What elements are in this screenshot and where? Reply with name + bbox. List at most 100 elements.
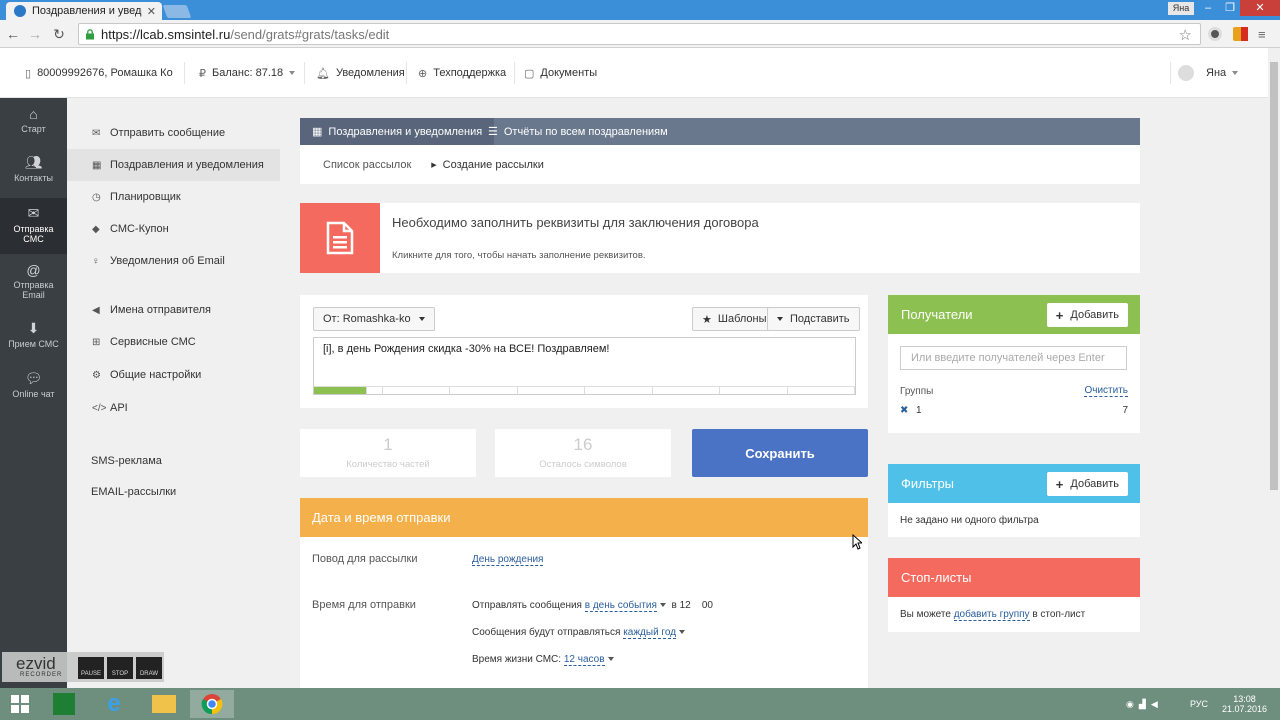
chrome-taskbar-icon[interactable] (190, 690, 234, 718)
submenu-send-message[interactable]: ✉ Отправить сообщение (67, 117, 280, 149)
windows-start-icon[interactable] (0, 690, 40, 718)
stop-button[interactable]: STOP (107, 657, 133, 679)
minimize-icon[interactable]: – (1196, 0, 1220, 16)
submenu-greetings[interactable]: ▦ Поздравления и уведомления (67, 149, 280, 181)
filters-panel: Фильтры + Добавить Не задано ни одного фи… (888, 464, 1140, 537)
ezvid-logo: ezvid (16, 654, 56, 673)
hour-input[interactable]: 12 (680, 600, 691, 611)
remove-group-icon[interactable]: ✖ (900, 405, 908, 416)
add-label: Добавить (1070, 309, 1119, 321)
message-textarea[interactable]: [i], в день Рождения скидка -30% на ВСЕ!… (313, 337, 856, 395)
reason-link[interactable]: День рождения (472, 554, 544, 566)
balance-label: Баланс: (212, 67, 253, 79)
tray-icons[interactable]: ◉ ▟ ◀ (1126, 688, 1158, 720)
submenu-sms-ads[interactable]: SMS-реклама (67, 445, 280, 477)
remaining-chars-box: 16 Осталось символов (495, 429, 671, 477)
submenu-sender-names[interactable]: ◀ Имена отправителя (67, 294, 280, 326)
language-indicator[interactable]: РУС (1190, 688, 1208, 720)
support-link[interactable]: ⊕ Техподдержка (418, 48, 506, 98)
browser-tab-title: Поздравления и уведомл (32, 5, 142, 17)
tab-reports[interactable]: ☰ Отчёты по всем поздравлениям (476, 118, 680, 145)
submenu-email-notifications[interactable]: ♀ Уведомления об Email (67, 245, 280, 277)
add-recipient-button[interactable]: + Добавить (1046, 303, 1128, 327)
documents-link[interactable]: ▢ Документы (524, 48, 597, 98)
breadcrumb-list-link[interactable]: Список рассылок (323, 159, 411, 171)
account-label: 80009992676, Ромашка Ко (37, 67, 173, 79)
nav-online-chat[interactable]: 💬︎ Online чат (0, 370, 67, 399)
account-info[interactable]: ▯ 80009992676, Ромашка Ко (25, 48, 173, 98)
close-window-icon[interactable]: ✕ (1240, 0, 1280, 16)
minute-input[interactable]: 00 (702, 600, 713, 611)
insert-button[interactable]: Подставить (767, 307, 860, 331)
balance-menu[interactable]: ₽ Баланс: 87.18 (199, 48, 296, 98)
balance-value: 87.18 (255, 67, 284, 79)
gear-icon: ⚙ (92, 369, 101, 381)
internet-explorer-icon[interactable]: e (94, 690, 134, 718)
restore-icon[interactable]: ❐ (1218, 0, 1242, 16)
chrome-menu-icon[interactable]: ≡ (1258, 27, 1266, 42)
submenu-sms-coupon[interactable]: ◆ СМС-Купон (67, 213, 280, 245)
nav-send-email[interactable]: @ Отправка Email (0, 262, 67, 300)
stoplists-text-after: в стоп-лист (1032, 609, 1086, 620)
nav-label: Отправка СМС (13, 224, 54, 244)
save-button[interactable]: Сохранить (692, 429, 868, 477)
new-tab-button[interactable] (162, 5, 192, 18)
notifications-link[interactable]: 🔔︎ Уведомления (316, 48, 405, 98)
calendar-icon: ▦ (92, 159, 102, 171)
draw-button[interactable]: DRAW (136, 657, 162, 679)
volume-icon: ◀ (1150, 698, 1158, 709)
site-favicon-icon (14, 5, 26, 17)
url-host: https://lcab.smsintel.ru (101, 26, 231, 42)
submenu-general-settings[interactable]: ⚙ Общие настройки (67, 359, 280, 391)
notifications-label: Уведомления (335, 67, 405, 79)
nav-start[interactable]: ⌂ Старт (0, 106, 67, 134)
recipient-input[interactable]: Или введите получателей через Enter (900, 346, 1127, 370)
document-icon: ▢ (524, 67, 535, 80)
submenu-label: Уведомления об Email (110, 255, 225, 267)
browser-user-badge[interactable]: Яна (1168, 2, 1194, 15)
submenu-email-ads[interactable]: EMAIL-рассылки (67, 476, 280, 508)
stoplists-title: Стоп-листы (888, 558, 1140, 597)
stoplists-panel: Стоп-листы Вы можете добавить группу в с… (888, 558, 1140, 632)
nav-receive-sms[interactable]: ⬇ Прием СМС (0, 320, 67, 349)
reload-icon[interactable]: ↻ (50, 25, 68, 43)
submenu-scheduler[interactable]: ◷ Планировщик (67, 181, 280, 213)
send-at: в (671, 600, 677, 611)
templates-button[interactable]: ★ Шаблоны (692, 307, 777, 331)
nav-send-sms[interactable]: ✉ Отправка СМС (0, 198, 67, 254)
ttl-prefix: Время жизни СМС: (472, 654, 562, 665)
browser-tab[interactable]: Поздравления и уведомл ✕ (6, 2, 162, 20)
tab-greetings[interactable]: ▦ Поздравления и уведомления (300, 118, 495, 145)
file-explorer-icon[interactable] (144, 690, 184, 718)
extension-icon[interactable] (1241, 27, 1248, 41)
back-icon[interactable]: ← (4, 25, 22, 43)
excel-icon[interactable] (44, 690, 84, 718)
extension-icon[interactable] (1208, 27, 1222, 41)
char-counter-bar (314, 386, 855, 394)
scrollbar-thumb[interactable] (1270, 62, 1278, 490)
group-count: 7 (1122, 405, 1128, 416)
pause-button[interactable]: PAUSE (78, 657, 104, 679)
clock[interactable]: 13:08 21.07.2016 (1222, 688, 1267, 720)
nav-contacts[interactable]: 👥︎ Контакты (0, 154, 67, 183)
clock-icon: ◷ (92, 191, 101, 203)
user-menu[interactable]: Яна (1178, 48, 1239, 98)
ttl-dropdown[interactable]: 12 часов (563, 654, 605, 666)
repeat-dropdown[interactable]: каждый год (623, 627, 677, 639)
requisites-notice[interactable]: Необходимо заполнить реквизиты для заклю… (300, 203, 1140, 273)
address-bar[interactable]: https://lcab.smsintel.ru/send/grats#grat… (78, 23, 1201, 45)
add-stoplist-link[interactable]: добавить группу (953, 609, 1030, 621)
stoplists-text-before: Вы можете (900, 609, 951, 620)
sender-select[interactable]: От: Romashka-ko (313, 307, 435, 331)
add-filter-button[interactable]: + Добавить (1046, 472, 1128, 496)
clear-link[interactable]: Очистить (1084, 385, 1128, 397)
forward-icon[interactable]: → (26, 25, 44, 43)
url-path: /send/grats#grats/tasks/edit (230, 26, 390, 42)
page-scrollbar[interactable] (1268, 48, 1280, 688)
calendar-icon: ▦ (312, 126, 323, 138)
submenu-api[interactable]: </> API (67, 392, 280, 424)
send-when-dropdown[interactable]: в день события (584, 600, 657, 612)
submenu-service-sms[interactable]: ⊞ Сервисные СМС (67, 326, 280, 358)
bookmark-star-icon[interactable]: ☆ (1179, 26, 1192, 44)
close-tab-icon[interactable]: ✕ (147, 5, 156, 18)
